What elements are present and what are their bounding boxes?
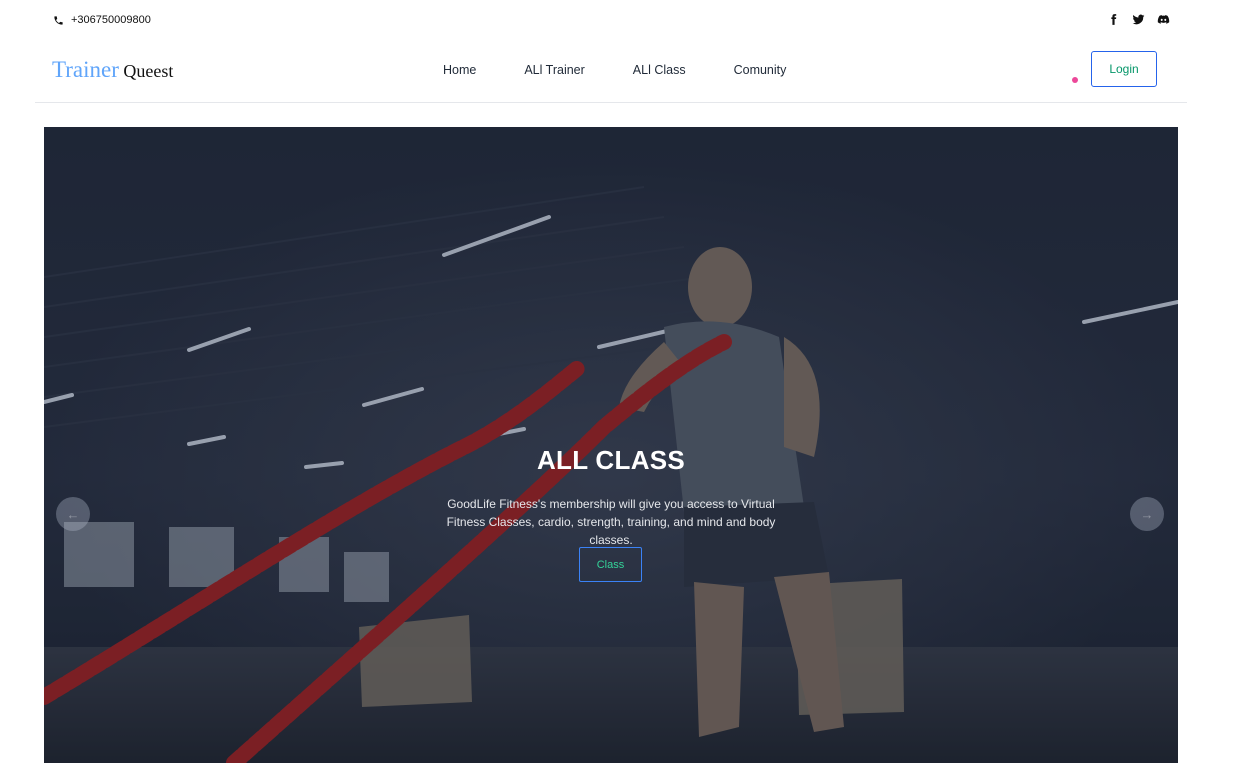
social-links <box>1107 13 1170 26</box>
phone-number: +306750009800 <box>71 14 151 26</box>
brand-first-word: Trainer <box>52 57 119 82</box>
facebook-icon[interactable] <box>1107 13 1120 26</box>
hero-title: ALL CLASS <box>536 445 686 475</box>
discord-icon[interactable] <box>1157 13 1170 26</box>
main-navbar: Trainer Queest Home ALl Trainer ALl Clas… <box>35 44 1187 103</box>
login-button[interactable]: Login <box>1091 51 1157 87</box>
brand-logo[interactable]: Trainer Queest <box>52 57 173 83</box>
carousel-prev-button[interactable]: ← <box>56 497 90 531</box>
phone-icon <box>54 15 63 25</box>
brand-second-word: Queest <box>123 61 174 81</box>
class-button[interactable]: Class <box>579 547 642 582</box>
hero-description: GoodLife Fitness's membership will give … <box>446 497 776 547</box>
carousel-next-button[interactable]: → <box>1130 497 1164 531</box>
nav-link-comunity[interactable]: Comunity <box>734 63 787 77</box>
nav-links: Home ALl Trainer ALl Class Comunity <box>443 63 834 77</box>
hero-banner: ← → ALL CLASS GoodLife Fitness's members… <box>44 127 1178 763</box>
arrow-right-icon: → <box>1140 506 1154 522</box>
phone-contact[interactable]: +306750009800 <box>53 14 151 26</box>
arrow-left-icon: ← <box>66 506 80 522</box>
indicator-dot <box>1072 77 1078 83</box>
nav-link-all-trainer[interactable]: ALl Trainer <box>524 63 584 77</box>
nav-link-home[interactable]: Home <box>443 63 476 77</box>
nav-link-all-class[interactable]: ALl Class <box>633 63 686 77</box>
top-bar: +306750009800 <box>0 0 1236 44</box>
twitter-icon[interactable] <box>1132 13 1145 26</box>
